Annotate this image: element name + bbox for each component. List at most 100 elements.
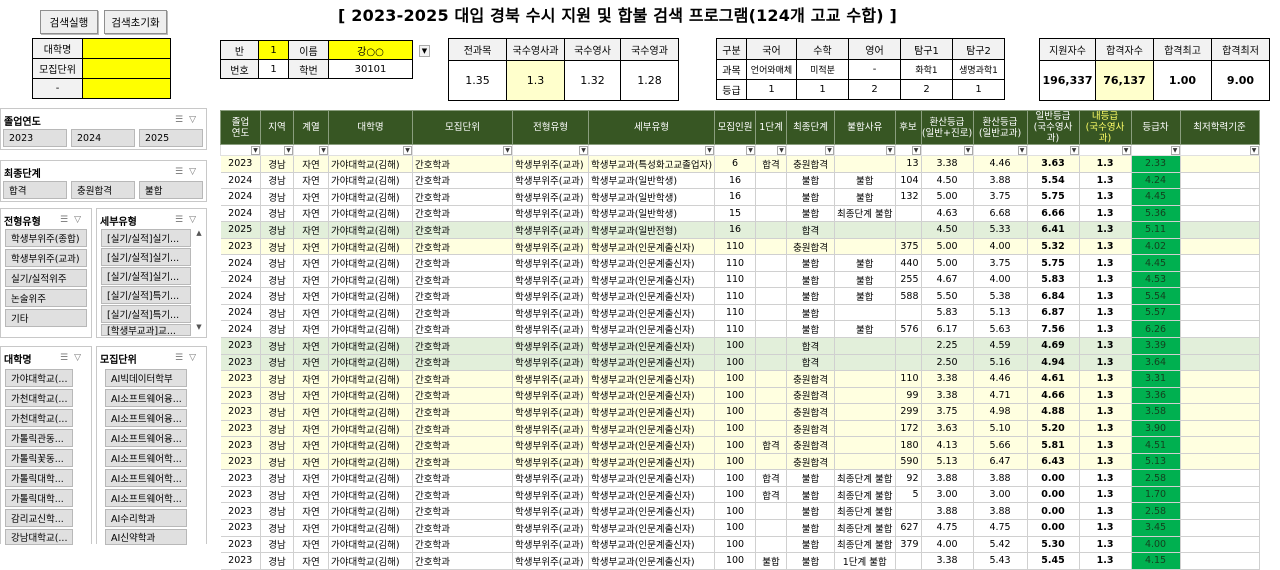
filter-dropdown-icon[interactable]: ▼: [579, 146, 588, 155]
filter-dropdown-icon[interactable]: ▼: [1249, 146, 1259, 155]
slicer-univ-item[interactable]: 가천대학교(...: [5, 409, 73, 427]
slicer-univ-item[interactable]: 감리교신학...: [5, 509, 73, 527]
slicer-univ-item[interactable]: 강남대학교(...: [5, 529, 73, 545]
filter-dropdown-icon[interactable]: ▼: [1170, 146, 1180, 155]
extra-input[interactable]: [82, 78, 171, 99]
column-header[interactable]: 모집인원: [714, 110, 757, 145]
slicer-univ-item[interactable]: 가톨릭관동...: [5, 429, 73, 447]
slicer-type-item[interactable]: 기타: [5, 309, 87, 327]
univ-input[interactable]: [82, 38, 171, 59]
table-row[interactable]: 2025 경남 자연 가야대학교(김해) 간호학과 학생부위주(교과) 학생부교과(일반전형…: [220, 221, 1260, 239]
filter-dropdown-icon[interactable]: ▼: [885, 146, 895, 155]
table-row[interactable]: 2023 경남 자연 가야대학교(김해) 간호학과 학생부위주(교과) 학생부교과(인문계출…: [220, 387, 1260, 405]
slicer-year-item[interactable]: 2025: [139, 129, 203, 147]
filter-dropdown-icon[interactable]: ▼: [1017, 146, 1027, 155]
column-header[interactable]: 내등급 (국수영사과): [1078, 110, 1132, 145]
filter-dropdown-icon[interactable]: ▼: [777, 146, 786, 155]
slicer-unit-item[interactable]: AI소프트웨어학...: [105, 469, 187, 487]
filter-dropdown-icon[interactable]: ▼: [1121, 146, 1131, 155]
slicer-univ-item[interactable]: 가톨릭대학...: [5, 489, 73, 507]
table-row[interactable]: 2023 경남 자연 가야대학교(김해) 간호학과 학생부위주(교과) 학생부교과(인문계출…: [220, 354, 1260, 372]
table-row[interactable]: 2024 경남 자연 가야대학교(김해) 간호학과 학생부위주(교과) 학생부교과(인문계출…: [220, 287, 1260, 305]
slicer-unit-item[interactable]: AI신약학과: [105, 529, 187, 545]
slicer-year-item[interactable]: 2024: [71, 129, 135, 147]
slicer-clear-icon[interactable]: ☰▽: [60, 353, 91, 363]
slicer-year-item[interactable]: 2023: [3, 129, 67, 147]
unit-input[interactable]: [82, 58, 171, 79]
slicer-detail-item[interactable]: [학생부교과]교...: [101, 324, 191, 336]
slicer-final-item[interactable]: 충원합격: [71, 181, 135, 199]
slicer-clear-icon[interactable]: ☰▽: [175, 215, 206, 225]
column-header[interactable]: 환산등급 (일반+진로): [920, 110, 974, 145]
slicer-unit-item[interactable]: AI수리학과: [105, 509, 187, 527]
search-reset-button[interactable]: 검색초기화: [104, 10, 167, 34]
column-header[interactable]: 최저학력기준: [1179, 110, 1260, 145]
filter-dropdown-icon[interactable]: ▼: [1069, 146, 1079, 155]
slicer-scrollbar[interactable]: ▲ ▼: [194, 229, 204, 335]
table-row[interactable]: 2023 경남 자연 가야대학교(김해) 간호학과 학생부위주(교과) 학생부교과(특성화고…: [220, 155, 1260, 173]
slicer-clear-icon[interactable]: ☰▽: [175, 115, 206, 125]
filter-dropdown-icon[interactable]: ▼: [705, 146, 714, 155]
filter-dropdown-icon[interactable]: ▼: [319, 146, 328, 155]
table-row[interactable]: 2024 경남 자연 가야대학교(김해) 간호학과 학생부위주(교과) 학생부교과(인문계출…: [220, 254, 1260, 272]
slicer-clear-icon[interactable]: ☰▽: [60, 215, 91, 225]
table-row[interactable]: 2023 경남 자연 가야대학교(김해) 간호학과 학생부위주(교과) 학생부교과(인문계출…: [220, 552, 1260, 570]
table-row[interactable]: 2023 경남 자연 가야대학교(김해) 간호학과 학생부위주(교과) 학생부교과(인문계출…: [220, 469, 1260, 487]
table-row[interactable]: 2024 경남 자연 가야대학교(김해) 간호학과 학생부위주(교과) 학생부교과(일반학생…: [220, 172, 1260, 190]
table-row[interactable]: 2024 경남 자연 가야대학교(김해) 간호학과 학생부위주(교과) 학생부교과(인문계출…: [220, 304, 1260, 322]
slicer-unit-item[interactable]: AI소프트웨어융...: [105, 409, 187, 427]
filter-dropdown-icon[interactable]: ▼: [503, 146, 512, 155]
slicer-type-item[interactable]: 학생부위주(종합): [5, 229, 87, 247]
slicer-detail-item[interactable]: [실기/실적]실기...: [101, 229, 191, 247]
table-row[interactable]: 2023 경남 자연 가야대학교(김해) 간호학과 학생부위주(교과) 학생부교과(인문계출…: [220, 519, 1260, 537]
table-row[interactable]: 2024 경남 자연 가야대학교(김해) 간호학과 학생부위주(교과) 학생부교과(인문계출…: [220, 271, 1260, 289]
slicer-clear-icon[interactable]: ☰▽: [175, 353, 206, 363]
slicer-detail-item[interactable]: [실기/실적]특기...: [101, 305, 191, 323]
name-dropdown-icon[interactable]: ▼: [419, 45, 430, 57]
table-row[interactable]: 2023 경남 자연 가야대학교(김해) 간호학과 학생부위주(교과) 학생부교과(인문계출…: [220, 536, 1260, 554]
slicer-type-item[interactable]: 논술위주: [5, 289, 87, 307]
slicer-unit-item[interactable]: AI소프트웨어학...: [105, 489, 187, 507]
slicer-detail-item[interactable]: [실기/실적]특기...: [101, 286, 191, 304]
table-row[interactable]: 2023 경남 자연 가야대학교(김해) 간호학과 학생부위주(교과) 학생부교과(인문계출…: [220, 436, 1260, 454]
slicer-unit-item[interactable]: AI빅데이터학부: [105, 369, 187, 387]
column-header[interactable]: 계열: [293, 110, 329, 145]
column-header[interactable]: 일반등급 (국수영사과): [1026, 110, 1080, 145]
column-header[interactable]: 대학명: [328, 110, 413, 145]
slicer-detail-item[interactable]: [실기/실적]실기...: [101, 248, 191, 266]
slicer-univ-item[interactable]: 가야대학교(...: [5, 369, 73, 387]
slicer-univ-item[interactable]: 가톨릭꽃동...: [5, 449, 73, 467]
table-row[interactable]: 2023 경남 자연 가야대학교(김해) 간호학과 학생부위주(교과) 학생부교과(인문계출…: [220, 453, 1260, 471]
column-header[interactable]: 등급차: [1130, 110, 1181, 145]
table-row[interactable]: 2023 경남 자연 가야대학교(김해) 간호학과 학생부위주(교과) 학생부교과(인문계출…: [220, 502, 1260, 521]
slicer-univ-item[interactable]: 가천대학교(...: [5, 389, 73, 407]
table-row[interactable]: 2024 경남 자연 가야대학교(김해) 간호학과 학생부위주(교과) 학생부교과(일반학생…: [220, 205, 1260, 223]
table-row[interactable]: 2024 경남 자연 가야대학교(김해) 간호학과 학생부위주(교과) 학생부교과(인문계출…: [220, 320, 1260, 339]
table-row[interactable]: 2023 경남 자연 가야대학교(김해) 간호학과 학생부위주(교과) 학생부교과(인문계출…: [220, 337, 1260, 355]
ban-value[interactable]: 1: [258, 40, 289, 60]
filter-dropdown-icon[interactable]: ▼: [284, 146, 293, 155]
name-value[interactable]: 강○○: [328, 40, 413, 60]
slicer-unit-item[interactable]: AI소프트웨어융...: [105, 389, 187, 407]
slicer-final-item[interactable]: 불합: [139, 181, 203, 199]
column-header[interactable]: 전형유형: [512, 110, 589, 145]
slicer-type-item[interactable]: 학생부위주(교과): [5, 249, 87, 267]
filter-dropdown-icon[interactable]: ▼: [825, 146, 834, 155]
table-row[interactable]: 2023 경남 자연 가야대학교(김해) 간호학과 학생부위주(교과) 학생부교과(인문계출…: [220, 370, 1260, 388]
column-header[interactable]: 세부유형: [587, 110, 716, 145]
table-row[interactable]: 2023 경남 자연 가야대학교(김해) 간호학과 학생부위주(교과) 학생부교과(인문계출…: [220, 420, 1260, 438]
slicer-final-item[interactable]: 합격: [3, 181, 67, 199]
column-header[interactable]: 후보: [894, 110, 922, 145]
search-run-button[interactable]: 검색실행: [40, 10, 98, 34]
column-header[interactable]: 환산등급 (일반교과): [972, 110, 1028, 145]
table-row[interactable]: 2023 경남 자연 가야대학교(김해) 간호학과 학생부위주(교과) 학생부교과(인문계출…: [220, 486, 1260, 504]
filter-dropdown-icon[interactable]: ▼: [251, 146, 260, 155]
column-header[interactable]: 졸업 연도: [220, 110, 261, 145]
table-row[interactable]: 2023 경남 자연 가야대학교(김해) 간호학과 학생부위주(교과) 학생부교과(인문계출…: [220, 238, 1260, 256]
slicer-detail-item[interactable]: [실기/실적]실기...: [101, 267, 191, 285]
table-row[interactable]: 2023 경남 자연 가야대학교(김해) 간호학과 학생부위주(교과) 학생부교과(인문계출…: [220, 403, 1260, 421]
column-header[interactable]: 모집단위: [412, 110, 513, 145]
filter-dropdown-icon[interactable]: ▼: [963, 146, 973, 155]
column-header[interactable]: 최종단계: [786, 110, 836, 145]
filter-dropdown-icon[interactable]: ▼: [746, 146, 755, 155]
